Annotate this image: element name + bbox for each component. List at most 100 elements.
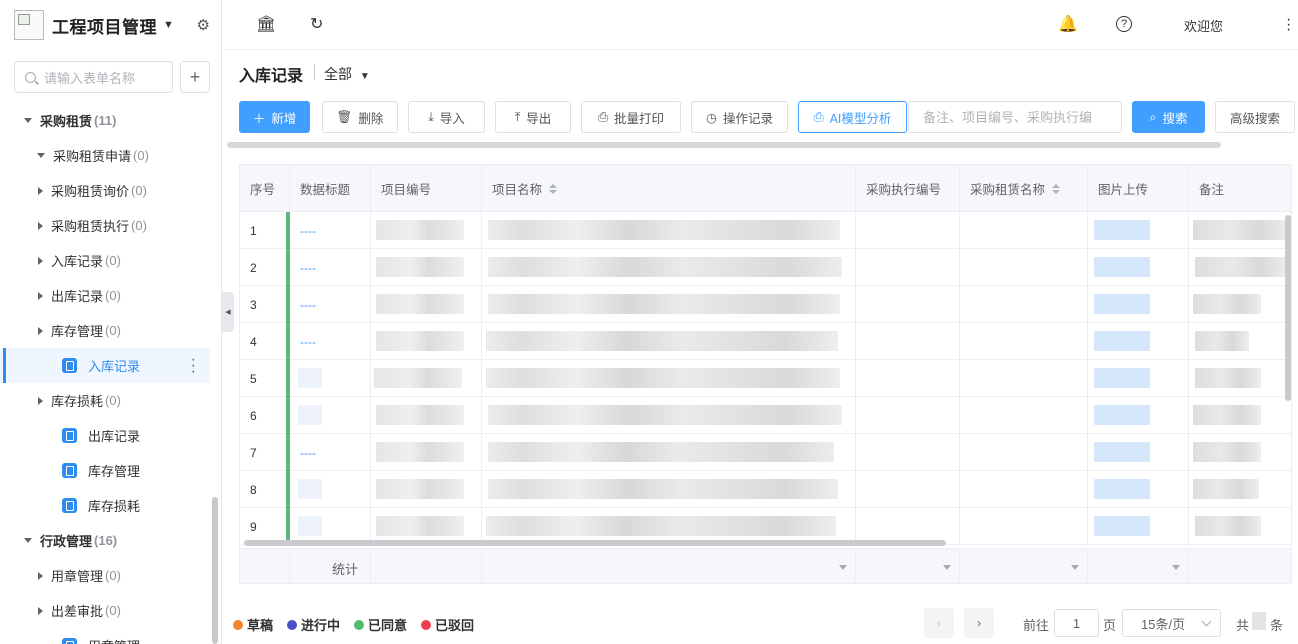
data-table: 序号 数据标题 项目编号 项目名称 采购执行编号 采购租赁名称 图片上传 备注 … xyxy=(239,164,1292,584)
caret-down-icon[interactable] xyxy=(1172,565,1180,570)
page-number-input[interactable] xyxy=(1054,609,1099,637)
summary-cell-image[interactable] xyxy=(1088,549,1189,583)
refresh-icon[interactable]: ↻ xyxy=(310,14,323,34)
delete-button[interactable]: 🗑 删除 xyxy=(322,101,398,133)
summary-cell-project-name[interactable] xyxy=(482,549,856,583)
table-cell: ---- xyxy=(290,212,371,249)
export-button[interactable]: ⤒ 导出 xyxy=(495,101,571,133)
summary-cell-lease-name[interactable] xyxy=(960,549,1088,583)
page-size-select[interactable]: 15条/页 xyxy=(1122,609,1221,637)
new-button-label: 新增 xyxy=(271,111,297,126)
table-cell xyxy=(960,397,1088,434)
column-header-project-name[interactable]: 项目名称 xyxy=(482,165,856,212)
sidebar-search-input[interactable]: 请输入表单名称 xyxy=(14,61,173,93)
caret-down-icon[interactable] xyxy=(1071,565,1079,570)
sort-icon[interactable] xyxy=(1052,183,1061,194)
image-thumbnail xyxy=(1094,405,1150,425)
redacted-project-name xyxy=(488,405,842,425)
toolbar-scrollbar[interactable] xyxy=(227,142,1221,148)
tree-group-procurement[interactable]: 采购租赁 (11) xyxy=(0,103,210,138)
tree-item-procurement-request[interactable]: 采购租赁申请 (0) xyxy=(0,138,210,173)
table-cell xyxy=(856,323,960,360)
table-cell: 5 xyxy=(240,360,290,397)
sort-icon[interactable] xyxy=(549,183,558,194)
table-cell xyxy=(856,360,960,397)
sidebar-search-row: 请输入表单名称 + xyxy=(14,61,210,93)
tree-form-inventory-loss[interactable]: 库存损耗 xyxy=(0,488,210,523)
caret-down-icon[interactable] xyxy=(943,565,951,570)
table-row[interactable]: 5 xyxy=(240,360,1291,397)
tree-form-inbound-record[interactable]: 入库记录 · · · xyxy=(0,348,210,383)
sidebar-scrollbar[interactable] xyxy=(212,497,218,644)
caret-down-icon[interactable]: ▼ xyxy=(163,19,174,31)
import-button[interactable]: ⤓ 导入 xyxy=(408,101,485,133)
gear-icon[interactable]: ⚙ xyxy=(197,16,210,34)
table-cell xyxy=(856,434,960,471)
tree-item-business-trip[interactable]: 出差审批 (0) xyxy=(0,593,210,628)
column-header-lease-name[interactable]: 采购租赁名称 xyxy=(960,165,1088,212)
view-filter-dropdown[interactable]: 全部 ▼ xyxy=(324,64,370,84)
batch-print-button[interactable]: ⎙ 批量打印 xyxy=(581,101,681,133)
search-button[interactable]: ⌕ 搜索 xyxy=(1132,101,1205,133)
table-search-input[interactable] xyxy=(908,101,1122,133)
next-page-button[interactable]: › xyxy=(964,608,994,638)
column-header-remark: 备注 xyxy=(1189,165,1291,212)
tree-label: 库存损耗 xyxy=(51,394,104,409)
tree-item-inventory[interactable]: 库存管理 (0) xyxy=(0,313,210,348)
tree-label: 出库记录 xyxy=(51,289,104,304)
welcome-text[interactable]: 欢迎您 xyxy=(1184,16,1223,35)
tree-item-inventory-loss[interactable]: 库存损耗 (0) xyxy=(0,383,210,418)
tree-form-inventory[interactable]: 库存管理 xyxy=(0,453,210,488)
brand[interactable]: 工程项目管理 ▼ ⚙ xyxy=(14,8,214,42)
operation-log-button[interactable]: ◷ 操作记录 xyxy=(691,101,788,133)
redacted-project-no xyxy=(376,331,464,351)
redacted-project-name xyxy=(488,294,840,314)
tree-form-outbound-record[interactable]: 出库记录 xyxy=(0,418,210,453)
legend-label: 进行中 xyxy=(301,618,341,633)
table-row[interactable]: 3 ---- xyxy=(240,286,1291,323)
tree-item-procurement-execution[interactable]: 采购租赁执行 (0) xyxy=(0,208,210,243)
tree-item-seal-management[interactable]: 用章管理 (0) xyxy=(0,558,210,593)
table-cell: 3 xyxy=(240,286,290,323)
more-vertical-icon[interactable]: · · · xyxy=(1286,12,1291,38)
table-vertical-scrollbar[interactable] xyxy=(1285,215,1291,401)
more-vertical-icon[interactable]: · · · xyxy=(191,352,196,380)
batch-print-label: 批量打印 xyxy=(614,111,665,126)
tree-form-seal-management[interactable]: 用章管理 xyxy=(0,628,210,644)
total-count-redacted xyxy=(1252,612,1266,630)
ai-analysis-button[interactable]: ⎙ AI模型分析 xyxy=(798,101,907,133)
advanced-search-button[interactable]: 高级搜索 xyxy=(1215,101,1295,133)
redacted-remark xyxy=(1193,442,1261,462)
prev-page-button[interactable]: ‹ xyxy=(924,608,954,638)
divider xyxy=(314,64,315,80)
add-form-button[interactable]: + xyxy=(180,61,210,93)
table-row[interactable]: 6 xyxy=(240,397,1291,434)
collapse-sidebar-handle[interactable]: ◀ xyxy=(222,292,234,332)
legend-item-draft: 草稿 xyxy=(233,615,273,634)
table-row[interactable]: 7 ---- xyxy=(240,434,1291,471)
tree-item-procurement-inquiry[interactable]: 采购租赁询价 (0) xyxy=(0,173,210,208)
caret-down-icon[interactable] xyxy=(839,565,847,570)
row-status-indicator xyxy=(286,360,290,397)
tree-label: 用章管理 xyxy=(51,569,104,584)
column-header-exec-no: 采购执行编号 xyxy=(856,165,960,212)
table-horizontal-scrollbar[interactable] xyxy=(244,540,946,546)
table-cell: ---- xyxy=(290,286,371,323)
tree-item-outbound-record[interactable]: 出库记录 (0) xyxy=(0,278,210,313)
table-row[interactable]: 1 ---- xyxy=(240,212,1291,249)
table-row[interactable]: 8 xyxy=(240,471,1291,508)
new-button[interactable]: ＋ 新增 xyxy=(239,101,310,133)
help-icon[interactable]: ? xyxy=(1116,16,1132,32)
summary-cell xyxy=(371,549,482,583)
table-row[interactable]: 2 ---- xyxy=(240,249,1291,286)
tree-label: 用章管理 xyxy=(88,636,140,644)
tree-item-inbound-record[interactable]: 入库记录 (0) xyxy=(0,243,210,278)
bell-icon[interactable]: 🔔 xyxy=(1058,14,1078,34)
redacted-project-no xyxy=(374,368,462,388)
tree-label: 库存管理 xyxy=(88,464,141,479)
table-cell: ---- xyxy=(290,434,371,471)
summary-cell-exec-no[interactable] xyxy=(856,549,960,583)
tree-group-admin[interactable]: 行政管理 (16) xyxy=(0,523,210,558)
table-row[interactable]: 4 ---- xyxy=(240,323,1291,360)
bank-icon[interactable]: 🏛 xyxy=(256,14,276,34)
